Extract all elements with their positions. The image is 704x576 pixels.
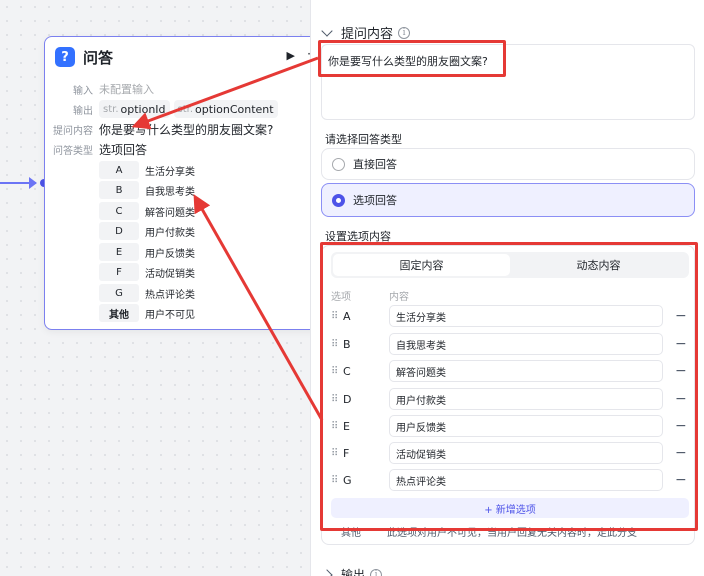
- question-value: 你是要写什么类型的朋友圈文案?: [99, 122, 274, 137]
- node-option-row: 其他 用户不可见: [99, 304, 195, 322]
- answer-type-options[interactable]: 选项回答: [321, 183, 695, 217]
- question-label: 提问内容: [53, 125, 93, 137]
- content-type-tabs: 固定内容 动态内容: [331, 252, 689, 278]
- option-input[interactable]: 用户付款类: [389, 388, 663, 410]
- option-row: ⠿ B 自我思考类 −: [331, 333, 691, 355]
- option-input[interactable]: 用户反馈类: [389, 415, 663, 437]
- drag-handle-icon[interactable]: ⠿: [331, 448, 343, 459]
- remove-option-icon[interactable]: −: [675, 363, 687, 379]
- other-description: 此选项对用户不可见，当用户回复无关内容时，走此分支: [387, 528, 637, 539]
- add-option-button[interactable]: + 新增选项: [331, 498, 689, 518]
- remove-option-icon[interactable]: −: [675, 472, 687, 488]
- output-section-title: 输出: [341, 568, 366, 576]
- option-row: ⠿ E 用户反馈类 −: [331, 415, 691, 437]
- output-tags: str. optionId str. optionContent: [99, 100, 282, 118]
- chevron-right-icon[interactable]: [321, 568, 333, 576]
- drag-handle-icon[interactable]: ⠿: [331, 366, 343, 377]
- option-input[interactable]: 热点评论类: [389, 469, 663, 491]
- drag-handle-icon[interactable]: ⠿: [331, 339, 343, 350]
- drag-handle-icon[interactable]: ⠿: [331, 394, 343, 405]
- option-row: ⠿ A 生活分享类 −: [331, 305, 691, 327]
- output-row: 输出 str. optionId str. optionContent: [45, 99, 282, 119]
- play-icon[interactable]: ▶: [287, 49, 295, 62]
- answer-type-row: 问答类型 选项回答: [45, 139, 147, 159]
- option-row: ⠿ D 用户付款类 −: [331, 388, 691, 410]
- node-option-row: E 用户反馈类: [99, 243, 195, 261]
- option-row: ⠿ C 解答问题类 −: [331, 360, 691, 382]
- input-label: 输入: [73, 85, 93, 97]
- question-textarea[interactable]: 你是要写什么类型的朋友圈文案?: [321, 44, 695, 120]
- info-icon[interactable]: i: [398, 26, 411, 39]
- input-row: 输入 未配置输入: [45, 79, 154, 99]
- drag-handle-icon[interactable]: ⠿: [331, 311, 343, 322]
- node-option-row: D 用户付款类: [99, 222, 195, 240]
- output-tag: str. optionId: [99, 100, 170, 118]
- remove-option-icon[interactable]: −: [675, 418, 687, 434]
- node-option-row: G 热点评论类: [99, 284, 195, 302]
- option-input[interactable]: 自我思考类: [389, 333, 663, 355]
- output-tag: str. optionContent: [173, 100, 278, 118]
- input-value: 未配置输入: [99, 83, 154, 96]
- question-section-title: 提问内容: [341, 27, 394, 42]
- connection-arrow-icon: [29, 177, 37, 189]
- question-row: 提问内容 你是要写什么类型的朋友圈文案?: [45, 119, 273, 139]
- radio-icon[interactable]: [332, 157, 345, 171]
- question-icon: ?: [55, 47, 75, 67]
- other-option-row: 其他 此选项对用户不可见，当用户回复无关内容时，走此分支: [341, 524, 637, 539]
- node-option-row: F 活动促销类: [99, 263, 195, 281]
- tab-fixed-content[interactable]: 固定内容: [333, 254, 510, 276]
- output-section-header[interactable]: 输出 i: [321, 566, 383, 576]
- tab-dynamic-content[interactable]: 动态内容: [510, 254, 687, 276]
- node-option-row: A 生活分享类: [99, 161, 195, 179]
- answer-type-label: 问答类型: [53, 145, 93, 157]
- question-section-header[interactable]: 提问内容 i: [321, 23, 411, 42]
- qa-node[interactable]: ? 问答 ▶ · 输入 未配置输入 输出 str.optionId str.op…: [44, 36, 334, 330]
- remove-option-icon[interactable]: −: [675, 308, 687, 324]
- answer-type-value: 选项回答: [99, 142, 148, 157]
- option-row: ⠿ G 热点评论类 −: [331, 469, 691, 491]
- drag-handle-icon[interactable]: ⠿: [331, 475, 343, 486]
- node-option-row: B 自我思考类: [99, 181, 195, 199]
- output-label: 输出: [73, 105, 93, 117]
- chevron-down-icon[interactable]: [321, 24, 333, 37]
- remove-option-icon[interactable]: −: [675, 445, 687, 461]
- other-key: 其他: [341, 528, 361, 539]
- option-row: ⠿ F 活动促销类 −: [331, 442, 691, 464]
- col-content-header: 内容: [389, 292, 409, 303]
- settings-panel: 提问内容 i 你是要写什么类型的朋友圈文案? 请选择回答类型 直接回答 选项回答…: [310, 0, 704, 576]
- remove-option-icon[interactable]: −: [675, 391, 687, 407]
- radio-checked-icon[interactable]: [332, 193, 345, 207]
- col-option-header: 选项: [331, 292, 351, 303]
- node-title: 问答: [83, 48, 114, 67]
- option-input[interactable]: 活动促销类: [389, 442, 663, 464]
- workflow-canvas[interactable]: ? 问答 ▶ · 输入 未配置输入 输出 str.optionId str.op…: [0, 0, 334, 576]
- answer-type-direct[interactable]: 直接回答: [321, 148, 695, 180]
- drag-handle-icon[interactable]: ⠿: [331, 421, 343, 432]
- option-input[interactable]: 生活分享类: [389, 305, 663, 327]
- node-option-row: C 解答问题类: [99, 202, 195, 220]
- info-icon[interactable]: i: [370, 568, 383, 576]
- answer-type-prompt: 请选择回答类型: [325, 133, 402, 146]
- option-input[interactable]: 解答问题类: [389, 360, 663, 382]
- options-section-title: 设置选项内容: [325, 230, 391, 243]
- remove-option-icon[interactable]: −: [675, 336, 687, 352]
